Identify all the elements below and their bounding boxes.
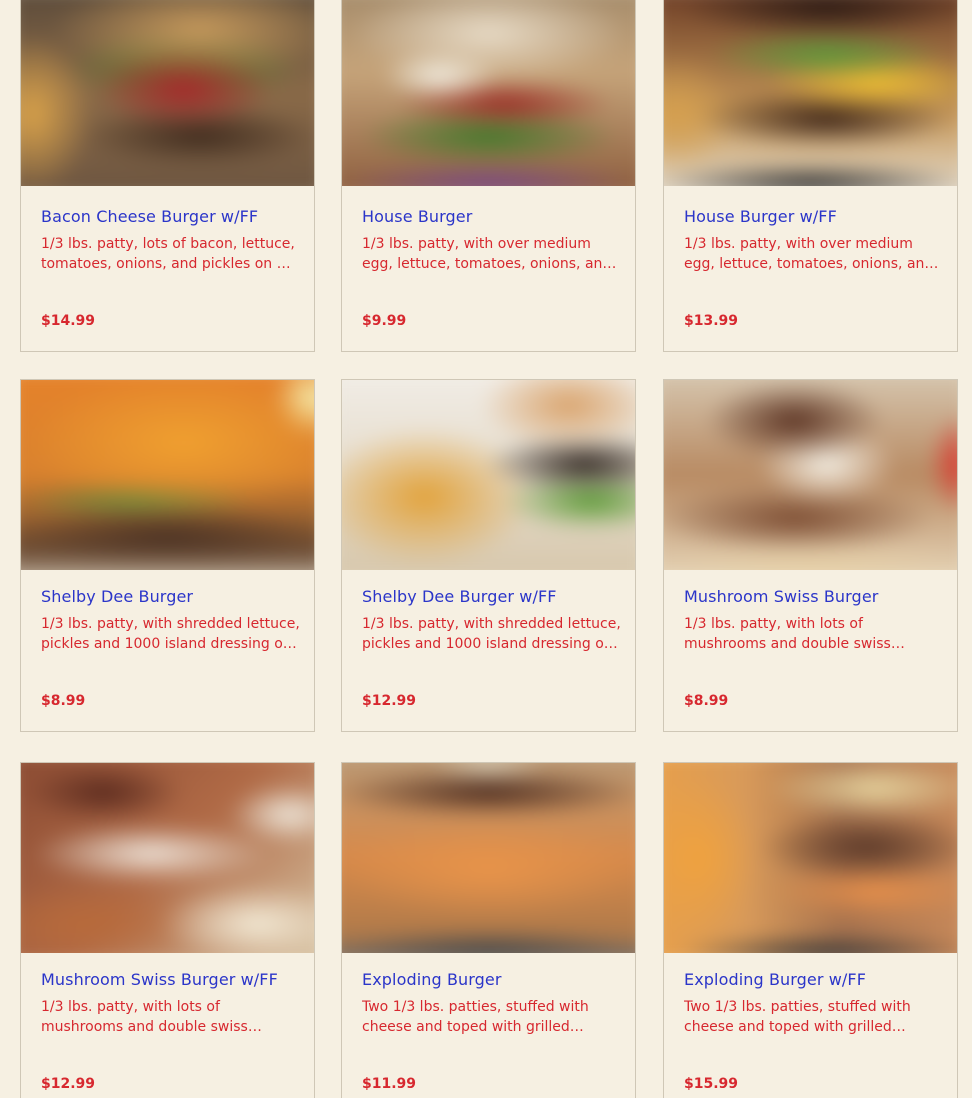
item-name: House Burger (362, 207, 473, 226)
item-description: 1/3 lbs. patty, with over medium egg, le… (362, 236, 617, 272)
item-description: 1/3 lbs. patty, with lots of mushrooms a… (41, 999, 262, 1035)
item-description: 1/3 lbs. patty, with over medium egg, le… (684, 236, 939, 272)
item-price: $13.99 (684, 313, 739, 329)
burger-photo (21, 763, 314, 953)
item-price: $9.99 (362, 313, 407, 329)
menu-grid: Bacon Cheese Burger w/FF 1/3 lbs. patty,… (0, 0, 972, 1098)
item-name: Bacon Cheese Burger w/FF (41, 207, 259, 226)
menu-item-card[interactable]: Exploding Burger w/FF Two 1/3 lbs. patti… (663, 762, 958, 1098)
burger-photo (21, 380, 314, 570)
menu-item-card[interactable]: Mushroom Swiss Burger 1/3 lbs. patty, wi… (663, 379, 958, 732)
item-price: $12.99 (362, 693, 417, 709)
item-name: Shelby Dee Burger w/FF (362, 587, 557, 606)
item-name: House Burger w/FF (684, 207, 837, 226)
item-name: Mushroom Swiss Burger w/FF (41, 970, 278, 989)
item-description: Two 1/3 lbs. patties, stuffed with chees… (362, 999, 589, 1035)
menu-item-card[interactable]: Exploding Burger Two 1/3 lbs. patties, s… (341, 762, 636, 1098)
item-price: $8.99 (41, 693, 86, 709)
menu-item-card[interactable]: House Burger w/FF 1/3 lbs. patty, with o… (663, 0, 958, 352)
burger-photo (21, 0, 314, 186)
burger-photo (342, 0, 635, 186)
menu-item-card[interactable]: Shelby Dee Burger 1/3 lbs. patty, with s… (20, 379, 315, 732)
item-price: $11.99 (362, 1076, 417, 1092)
item-description: 1/3 lbs. patty, with shredded lettuce, p… (41, 616, 300, 652)
burger-photo (664, 0, 957, 186)
item-description: 1/3 lbs. patty, lots of bacon, lettuce, … (41, 236, 295, 272)
item-name: Shelby Dee Burger (41, 587, 194, 606)
item-description: Two 1/3 lbs. patties, stuffed with chees… (684, 999, 911, 1035)
item-name: Mushroom Swiss Burger (684, 587, 879, 606)
burger-photo (664, 763, 957, 953)
menu-item-card[interactable]: Shelby Dee Burger w/FF 1/3 lbs. patty, w… (341, 379, 636, 732)
menu-item-card[interactable]: Bacon Cheese Burger w/FF 1/3 lbs. patty,… (20, 0, 315, 352)
item-price: $12.99 (41, 1076, 96, 1092)
menu-item-card[interactable]: Mushroom Swiss Burger w/FF 1/3 lbs. patt… (20, 762, 315, 1098)
burger-photo (342, 763, 635, 953)
menu-item-card[interactable]: House Burger 1/3 lbs. patty, with over m… (341, 0, 636, 352)
burger-photo (342, 380, 635, 570)
burger-photo (664, 380, 957, 570)
item-name: Exploding Burger w/FF (684, 970, 867, 989)
item-price: $15.99 (684, 1076, 739, 1092)
item-name: Exploding Burger (362, 970, 502, 989)
item-description: 1/3 lbs. patty, with lots of mushrooms a… (684, 616, 905, 652)
item-description: 1/3 lbs. patty, with shredded lettuce, p… (362, 616, 621, 652)
item-price: $14.99 (41, 313, 96, 329)
item-price: $8.99 (684, 693, 729, 709)
